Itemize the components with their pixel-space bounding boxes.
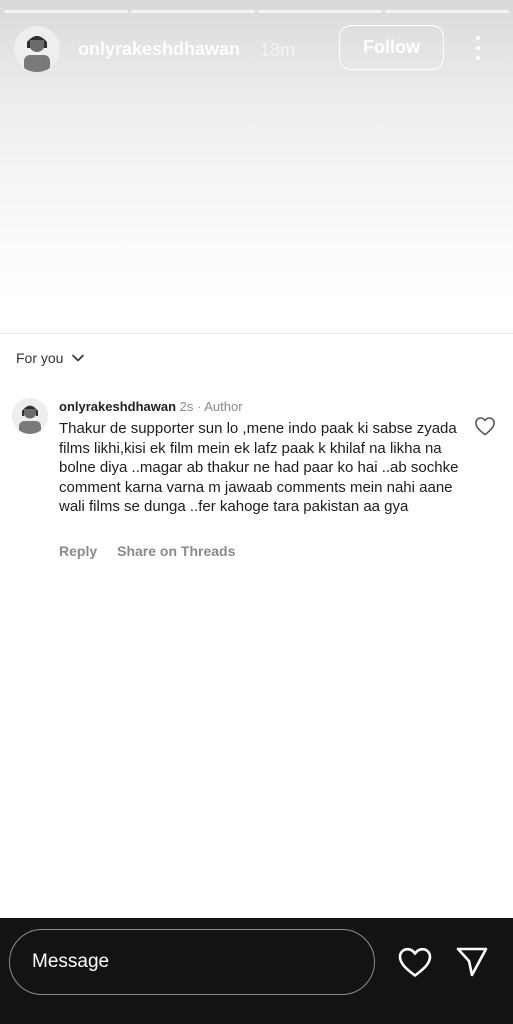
send-icon[interactable] <box>455 946 489 978</box>
progress-segment <box>131 10 255 13</box>
message-placeholder: Message <box>32 951 110 972</box>
message-input[interactable]: Message <box>9 929 375 995</box>
progress-segment <box>258 10 382 13</box>
story-username[interactable]: onlyrakeshdhawan <box>78 39 240 60</box>
divider <box>0 333 513 334</box>
heart-icon[interactable] <box>397 946 433 978</box>
comment-header: onlyrakeshdhawan 2s · Author <box>59 399 243 414</box>
avatar[interactable] <box>14 26 60 72</box>
reply-button[interactable]: Reply <box>59 543 97 559</box>
share-on-threads-button[interactable]: Share on Threads <box>117 543 235 559</box>
comment-avatar[interactable] <box>12 398 48 434</box>
comment-text: Thakur de supporter sun lo ,mene indo pa… <box>59 420 459 515</box>
story-header: onlyrakeshdhawan 18m Follow <box>14 24 499 74</box>
feed-filter-label: For you <box>16 350 64 366</box>
story-time: 18m <box>260 40 296 60</box>
follow-button[interactable]: Follow <box>339 25 444 70</box>
comment-username[interactable]: onlyrakeshdhawan <box>59 399 176 414</box>
bottom-bar: Message <box>0 918 513 1024</box>
progress-segment <box>385 10 509 13</box>
story-view[interactable]: onlyrakeshdhawan 18m Follow For you only… <box>0 0 513 918</box>
heart-icon[interactable] <box>474 416 496 436</box>
chevron-down-icon <box>72 354 85 362</box>
feed-filter-dropdown[interactable]: For you <box>16 350 85 366</box>
progress-segment <box>4 10 128 13</box>
comment-actions: Reply Share on Threads <box>59 543 235 559</box>
more-vertical-icon[interactable] <box>470 34 486 62</box>
comment-meta: 2s · Author <box>176 399 243 414</box>
story-progress <box>4 10 509 13</box>
